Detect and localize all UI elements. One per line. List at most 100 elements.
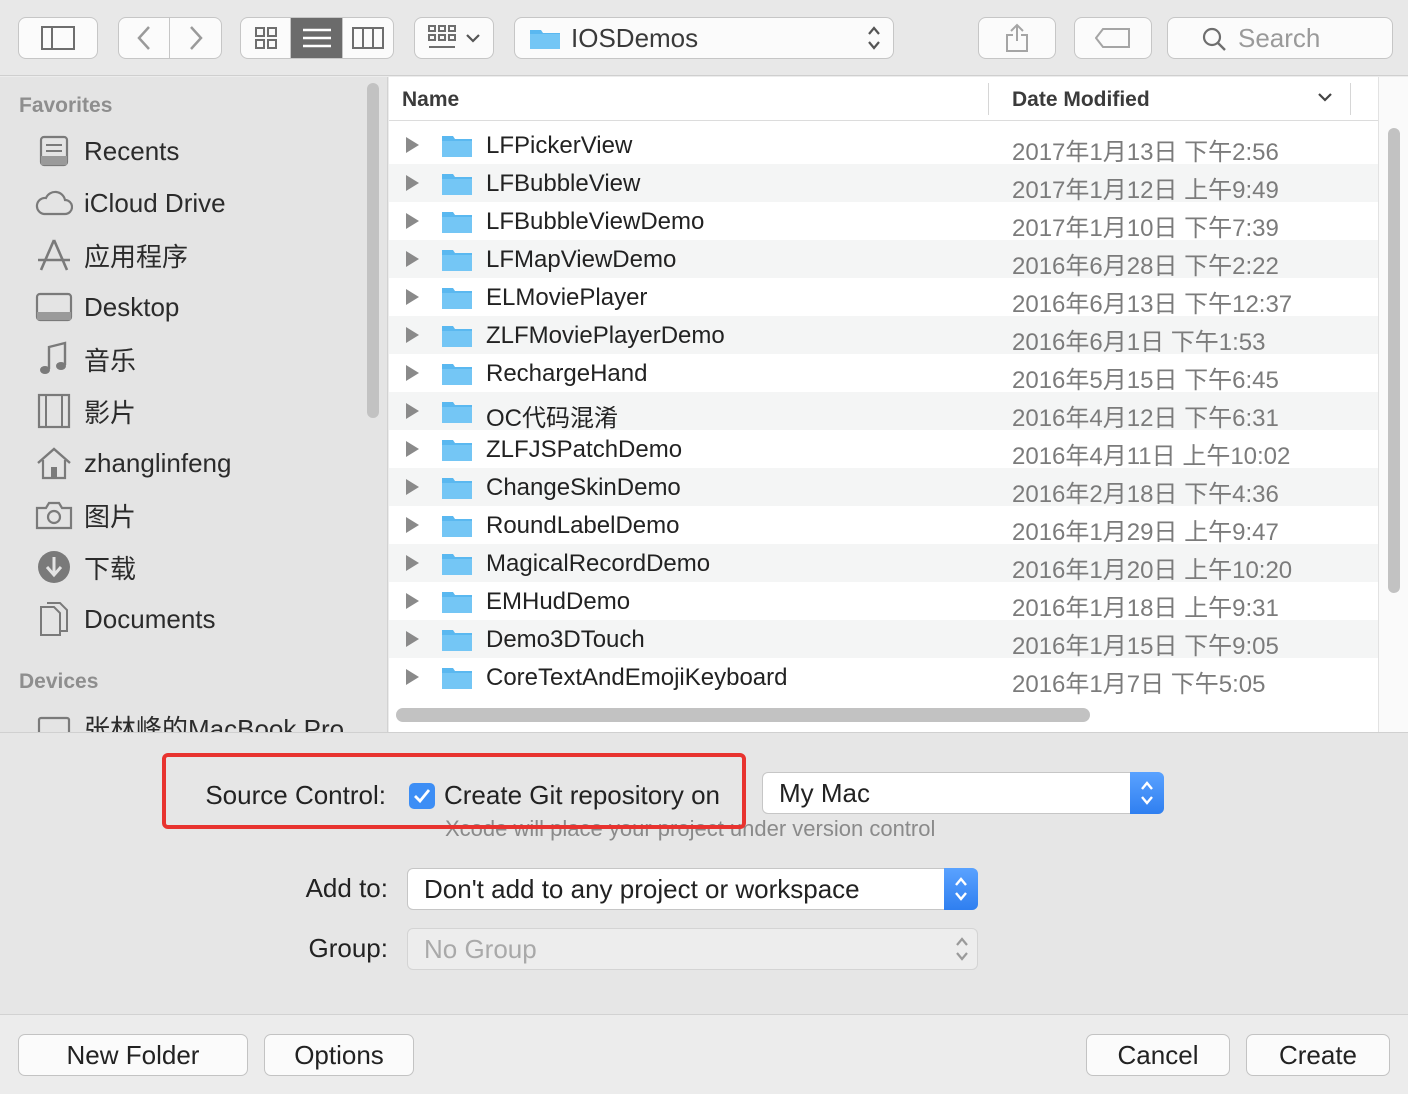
disclosure-triangle-icon[interactable] (406, 251, 419, 267)
folder-icon (442, 516, 472, 537)
table-row[interactable]: ChangeSkinDemo 2016年2月18日 下午4:36 (389, 468, 1378, 508)
git-target-popup[interactable]: My Mac (762, 772, 1164, 814)
table-row[interactable]: LFMapViewDemo 2016年6月28日 下午2:22 (389, 240, 1378, 280)
back-button[interactable] (119, 18, 171, 58)
table-row[interactable]: LFBubbleViewDemo 2017年1月10日 下午7:39 (389, 202, 1378, 242)
sidebar-item-icloud-drive[interactable]: iCloud Drive (34, 181, 226, 225)
sidebar-item-pictures[interactable]: 图片 (34, 493, 136, 537)
path-popup[interactable]: IOSDemos (514, 17, 894, 59)
cancel-button[interactable]: Cancel (1086, 1034, 1230, 1076)
table-row[interactable]: EMHudDemo 2016年1月18日 上午9:31 (389, 582, 1378, 622)
share-button[interactable] (978, 17, 1056, 59)
disclosure-triangle-icon[interactable] (406, 555, 419, 571)
sidebar-item-home[interactable]: zhanglinfeng (34, 441, 231, 485)
sidebar-item-downloads[interactable]: 下载 (34, 545, 136, 589)
file-name: LFMapViewDemo (486, 246, 677, 273)
tags-button[interactable] (1074, 17, 1152, 59)
create-button[interactable]: Create (1246, 1034, 1390, 1076)
share-icon (1006, 23, 1028, 52)
file-date: 2016年4月11日 上午10:02 (1012, 443, 1291, 470)
disclosure-triangle-icon[interactable] (406, 593, 419, 609)
sidebar-icon (41, 26, 75, 50)
favorites-heading: Favorites (19, 94, 113, 117)
list-view-button[interactable] (291, 18, 343, 58)
file-list-header: Name Date Modified (389, 77, 1378, 121)
sidebar-item-applications[interactable]: 应用程序 (34, 233, 188, 277)
list-icon (302, 28, 331, 48)
column-divider[interactable] (988, 83, 989, 115)
options-button[interactable]: Options (264, 1034, 414, 1076)
table-row[interactable]: LFBubbleView 2017年1月12日 上午9:49 (389, 164, 1378, 204)
updown-arrows-icon (1130, 772, 1164, 814)
disclosure-triangle-icon[interactable] (406, 631, 419, 647)
table-row[interactable]: OC代码混淆 2016年4月12日 下午6:31 (389, 392, 1378, 432)
search-input[interactable]: Search (1167, 17, 1393, 59)
sidebar-item-label: Desktop (84, 291, 180, 322)
disclosure-triangle-icon[interactable] (406, 327, 419, 343)
table-row[interactable]: LFPickerView 2017年1月13日 下午2:56 (389, 126, 1378, 166)
sort-chevron-down-icon[interactable] (1317, 91, 1333, 103)
table-row[interactable]: CoreTextAndEmojiKeyboard 2016年1月7日 下午5:05 (389, 658, 1378, 698)
table-row[interactable]: MagicalRecordDemo 2016年1月20日 上午10:20 (389, 544, 1378, 584)
sidebar-toggle-button[interactable] (18, 17, 98, 59)
file-date: 2016年2月18日 下午4:36 (1012, 481, 1279, 508)
file-date: 2017年1月12日 上午9:49 (1012, 177, 1279, 204)
disclosure-triangle-icon[interactable] (406, 289, 419, 305)
add-to-popup[interactable]: Don't add to any project or workspace (407, 868, 978, 910)
file-date: 2017年1月10日 下午7:39 (1012, 215, 1279, 242)
file-date: 2016年6月28日 下午2:22 (1012, 253, 1279, 280)
arrange-button[interactable] (414, 17, 494, 59)
sidebar-item-recents[interactable]: Recents (34, 129, 179, 173)
path-label: IOSDemos (571, 22, 699, 53)
folder-icon (442, 440, 472, 461)
disclosure-triangle-icon[interactable] (406, 175, 419, 191)
column-header-name[interactable]: Name (402, 88, 459, 112)
camera-icon (34, 495, 74, 535)
disclosure-triangle-icon[interactable] (406, 365, 419, 381)
file-date: 2017年1月13日 下午2:56 (1012, 139, 1279, 166)
icon-view-button[interactable] (241, 18, 292, 58)
sidebar-item-label: 应用程序 (84, 241, 189, 272)
column-header-date[interactable]: Date Modified (1012, 88, 1150, 112)
horizontal-scrollbar[interactable] (396, 708, 1090, 722)
folder-icon (442, 136, 472, 157)
disclosure-triangle-icon[interactable] (406, 213, 419, 229)
disclosure-triangle-icon[interactable] (406, 479, 419, 495)
vertical-scrollbar[interactable] (1388, 128, 1400, 593)
group-value: No Group (424, 933, 537, 964)
column-view-button[interactable] (343, 18, 393, 58)
table-row[interactable]: RoundLabelDemo 2016年1月29日 上午9:47 (389, 506, 1378, 546)
disclosure-triangle-icon[interactable] (406, 403, 419, 419)
group-label: Group: (308, 933, 389, 963)
folder-icon (442, 250, 472, 271)
download-icon (34, 547, 74, 587)
table-row[interactable]: Demo3DTouch 2016年1月15日 下午9:05 (389, 620, 1378, 660)
sidebar-item-macbook[interactable]: 张林峰的MacBook Pro (34, 705, 344, 732)
sidebar: Favorites Recents iCloud Drive 应用程序 Desk… (0, 77, 388, 732)
file-date: 2016年6月13日 下午12:37 (1012, 291, 1293, 318)
table-row[interactable]: ZLFMoviePlayerDemo 2016年6月1日 下午1:53 (389, 316, 1378, 356)
group-popup[interactable]: No Group (407, 928, 978, 970)
disclosure-triangle-icon[interactable] (406, 137, 419, 153)
sidebar-item-label: 音乐 (84, 345, 137, 376)
search-placeholder: Search (1238, 22, 1321, 53)
disclosure-triangle-icon[interactable] (406, 669, 419, 685)
sidebar-item-documents[interactable]: Documents (34, 597, 216, 641)
table-row[interactable]: RechargeHand 2016年5月15日 下午6:45 (389, 354, 1378, 394)
file-list: Name Date Modified LFPickerView 2017年1月13… (389, 77, 1378, 732)
table-row[interactable]: ZLFJSPatchDemo 2016年4月11日 上午10:02 (389, 430, 1378, 470)
disclosure-triangle-icon[interactable] (406, 517, 419, 533)
disclosure-triangle-icon[interactable] (406, 441, 419, 457)
column-divider[interactable] (1350, 83, 1351, 115)
tag-icon (1095, 28, 1130, 48)
sidebar-item-movies[interactable]: 影片 (34, 389, 136, 433)
file-name: MagicalRecordDemo (486, 550, 711, 577)
sidebar-item-desktop[interactable]: Desktop (34, 285, 179, 329)
sidebar-scrollbar[interactable] (367, 83, 379, 418)
sidebar-item-label: 影片 (84, 397, 137, 428)
applications-icon (34, 235, 74, 275)
sidebar-item-music[interactable]: 音乐 (34, 337, 136, 381)
table-row[interactable]: ELMoviePlayer 2016年6月13日 下午12:37 (389, 278, 1378, 318)
forward-button[interactable] (170, 18, 221, 58)
new-folder-button[interactable]: New Folder (18, 1034, 248, 1076)
